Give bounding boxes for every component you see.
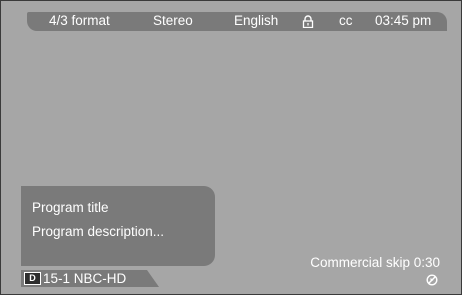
status-bar: 4/3 format Stereo English cc 03:45 pm [27, 12, 447, 31]
lock-icon [302, 15, 314, 28]
program-description: Program description... [32, 224, 165, 239]
audio-mode[interactable]: Stereo [153, 13, 193, 28]
audio-language[interactable]: English [234, 13, 278, 28]
closed-captions[interactable]: cc [339, 13, 353, 28]
skip-icon[interactable] [426, 274, 438, 286]
clock-time: 03:45 pm [375, 13, 432, 28]
digital-badge: D [24, 272, 41, 285]
aspect-format[interactable]: 4/3 format [49, 13, 110, 28]
program-title: Program title [32, 200, 109, 215]
program-info-panel: Program title Program description... [21, 186, 215, 266]
channel-tab: D 15-1 NBC-HD [21, 270, 159, 287]
channel-number-name: 15-1 NBC-HD [43, 271, 127, 286]
tv-screen: 4/3 format Stereo English cc 03:45 pm Pr… [0, 0, 462, 295]
commercial-skip-label[interactable]: Commercial skip 0:30 [310, 255, 440, 270]
